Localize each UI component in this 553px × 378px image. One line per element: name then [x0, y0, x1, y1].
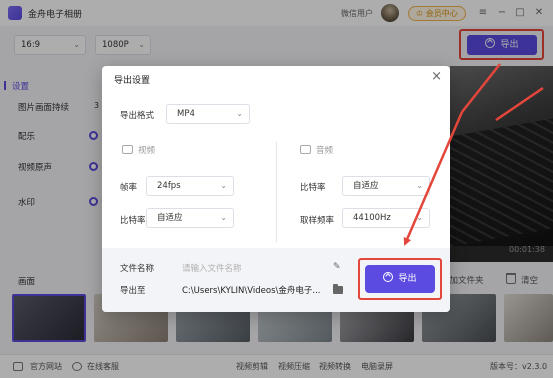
export-to-label: 导出至 — [120, 286, 146, 296]
video-section-label: 视频 — [138, 146, 156, 156]
filename-label: 文件名称 — [120, 264, 155, 274]
video-bitrate-label: 比特率 — [120, 216, 146, 226]
chevron-down-icon: ⌄ — [220, 181, 227, 190]
audio-bitrate-select[interactable]: 自适应 ⌄ — [342, 176, 430, 196]
video-bitrate-value: 自适应 — [157, 213, 183, 223]
dialog-export-highlight-box: 导出 — [358, 258, 442, 300]
dialog-export-label: 导出 — [398, 274, 417, 284]
format-value: MP4 — [177, 109, 195, 119]
chevron-down-icon: ⌄ — [416, 181, 423, 190]
video-icon — [122, 145, 133, 154]
sample-rate-select[interactable]: 44100Hz ⌄ — [342, 208, 430, 228]
video-bitrate-select[interactable]: 自适应 ⌄ — [146, 208, 234, 228]
export-path: C:\Users\KYLIN\Videos\金舟电子... — [182, 286, 321, 296]
pencil-icon[interactable]: ✎ — [333, 262, 341, 272]
section-divider — [276, 142, 277, 242]
format-label: 导出格式 — [120, 111, 155, 121]
dialog-export-button[interactable]: 导出 — [365, 265, 435, 293]
chevron-down-icon: ⌄ — [416, 213, 423, 222]
dialog-title: 导出设置 — [114, 76, 151, 86]
frame-rate-value: 24fps — [157, 181, 181, 191]
filename-input[interactable]: 请输入文件名称 — [182, 262, 242, 274]
upload-icon — [383, 272, 394, 282]
audio-bitrate-value: 自适应 — [353, 181, 379, 191]
audio-bitrate-label: 比特率 — [300, 183, 326, 193]
chevron-down-icon: ⌄ — [220, 213, 227, 222]
sample-rate-label: 取样频率 — [300, 216, 335, 226]
audio-section-label: 音频 — [316, 146, 334, 156]
folder-icon[interactable] — [333, 284, 343, 294]
sample-rate-value: 44100Hz — [353, 213, 391, 223]
chevron-down-icon: ⌄ — [236, 109, 243, 118]
frame-rate-select[interactable]: 24fps ⌄ — [146, 176, 234, 196]
audio-icon — [300, 145, 311, 154]
format-select[interactable]: MP4 ⌄ — [166, 104, 250, 124]
frame-rate-label: 帧率 — [120, 183, 138, 193]
close-icon[interactable]: × — [431, 69, 442, 84]
